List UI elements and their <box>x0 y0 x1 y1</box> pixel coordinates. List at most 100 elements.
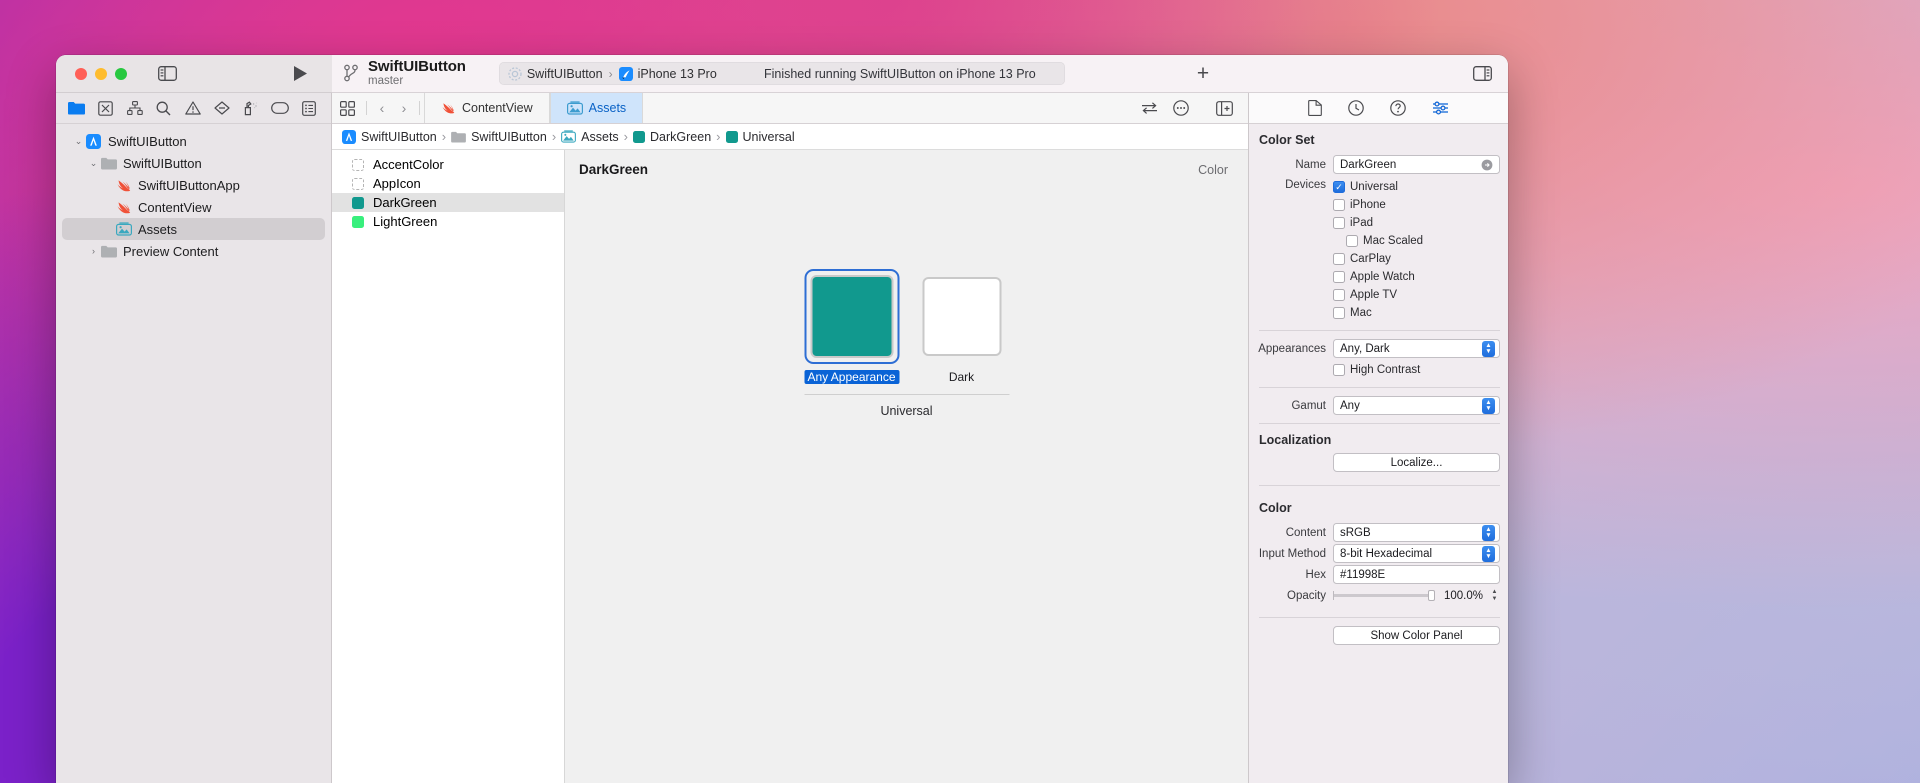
swap-editor-icon[interactable] <box>1134 101 1164 115</box>
checkbox-icon[interactable] <box>1346 235 1358 247</box>
checkbox-ipad[interactable]: iPad <box>1333 214 1500 232</box>
tag-icon[interactable] <box>265 96 294 120</box>
grid-view-icon[interactable] <box>332 93 362 123</box>
status-scheme-label[interactable]: SwiftUIButton <box>527 67 603 81</box>
source-control-icon[interactable] <box>91 96 120 120</box>
checkbox-icon[interactable] <box>1333 271 1345 283</box>
status-message: Finished running SwiftUIButton on iPhone… <box>763 66 1036 81</box>
scheme-block[interactable]: SwiftUIButton master <box>343 58 466 89</box>
swift-file-icon <box>115 199 132 216</box>
checkbox-apple-watch[interactable]: Apple Watch <box>1333 268 1500 286</box>
opacity-slider[interactable] <box>1333 590 1435 601</box>
file-inspector-icon[interactable] <box>1308 100 1322 116</box>
run-icon[interactable] <box>293 65 308 82</box>
swift-file-icon <box>115 177 132 194</box>
breadcrumb-item-darkgreen[interactable]: DarkGreen <box>633 130 711 144</box>
checkbox-universal[interactable]: ✓ Universal <box>1333 178 1500 196</box>
nav-row-swiftuibutton-project[interactable]: ⌄ SwiftUIButton <box>62 130 325 152</box>
report-icon[interactable] <box>294 96 323 120</box>
more-options-icon[interactable] <box>1166 100 1196 116</box>
add-editor-icon[interactable] <box>1209 100 1239 116</box>
asset-row-darkgreen[interactable]: DarkGreen <box>332 193 564 212</box>
search-icon[interactable] <box>149 96 178 120</box>
title-bar: SwiftUIButton master SwiftUIButton › iPh… <box>56 55 1508 93</box>
name-input[interactable]: DarkGreen <box>1333 155 1500 174</box>
localize-button[interactable]: Localize... <box>1333 453 1500 472</box>
nav-row-swiftuibuttonapp[interactable]: SwiftUIButtonApp <box>62 174 325 196</box>
input-method-popup[interactable]: 8-bit Hexadecimal ▲ ▼ <box>1333 544 1500 563</box>
checkbox-icon[interactable] <box>1333 289 1345 301</box>
xcode-window: SwiftUIButton master SwiftUIButton › iPh… <box>56 55 1508 783</box>
hex-input[interactable]: #11998E <box>1333 565 1500 584</box>
swatch-frame-selected[interactable] <box>804 269 899 364</box>
sidebar-toggle-icon[interactable] <box>158 66 177 81</box>
nav-row-assets[interactable]: Assets <box>62 218 325 240</box>
slider-knob[interactable] <box>1428 590 1435 601</box>
checkbox-label: iPad <box>1350 217 1374 229</box>
folder-icon[interactable] <box>62 96 91 120</box>
chevron-updown-icon[interactable]: ▲ ▼ <box>1482 524 1495 541</box>
checkbox-icon[interactable] <box>1333 363 1345 376</box>
section-title-color-set: Color Set <box>1259 133 1315 147</box>
breakpoint-icon[interactable] <box>207 96 236 120</box>
color-preview[interactable] <box>810 275 893 358</box>
checkbox-icon[interactable] <box>1333 253 1345 265</box>
checkbox-icon[interactable] <box>1333 199 1345 211</box>
add-button[interactable]: + <box>1197 62 1209 86</box>
checkbox-apple-tv[interactable]: Apple TV <box>1333 286 1500 304</box>
chevron-updown-icon[interactable]: ▲ ▼ <box>1482 545 1495 562</box>
swatch-frame[interactable] <box>914 269 1009 364</box>
breadcrumb-item-folder[interactable]: SwiftUIButton <box>451 130 547 144</box>
checkbox-high-contrast[interactable]: High Contrast <box>1333 361 1500 379</box>
checkbox-icon[interactable]: ✓ <box>1333 181 1345 193</box>
asset-row-appicon[interactable]: AppIcon <box>332 174 564 193</box>
forward-button[interactable]: › <box>393 93 415 123</box>
checkbox-mac[interactable]: Mac <box>1333 304 1500 322</box>
breadcrumb-item-universal[interactable]: Universal <box>725 130 795 144</box>
appearances-popup[interactable]: Any, Dark ▲ ▼ <box>1333 339 1500 358</box>
checkbox-mac-scaled[interactable]: Mac Scaled <box>1333 232 1500 250</box>
checkbox-icon[interactable] <box>1333 217 1345 229</box>
back-button[interactable]: ‹ <box>371 93 393 123</box>
slider-tick <box>1333 591 1334 600</box>
tab-assets[interactable]: Assets <box>549 93 644 123</box>
swatch-label-any-appearance: Any Appearance <box>804 370 899 384</box>
close-button[interactable] <box>75 67 87 80</box>
asset-row-accentcolor[interactable]: AccentColor <box>332 155 564 174</box>
nav-row-preview-content[interactable]: › Preview Content <box>62 240 325 262</box>
twisty-icon[interactable]: ⌄ <box>72 136 85 147</box>
nav-row-contentview[interactable]: ContentView <box>62 196 325 218</box>
status-destination-label[interactable]: iPhone 13 Pro <box>638 67 717 81</box>
tab-contentview[interactable]: ContentView <box>424 93 550 123</box>
chevron-updown-icon[interactable]: ▲ ▼ <box>1482 340 1495 357</box>
zoom-button[interactable] <box>115 67 127 80</box>
nav-row-swiftuibutton-folder[interactable]: ⌄ SwiftUIButton <box>62 152 325 174</box>
stepper-icon[interactable]: ▲ ▼ <box>1489 588 1500 604</box>
inspector-divider <box>1259 423 1500 424</box>
hierarchy-icon[interactable] <box>120 96 149 120</box>
warning-icon[interactable] <box>178 96 207 120</box>
breadcrumb-item-project[interactable]: SwiftUIButton <box>342 129 437 144</box>
twisty-icon[interactable]: › <box>87 246 100 256</box>
clear-icon[interactable] <box>1481 159 1493 171</box>
checkbox-carplay[interactable]: CarPlay <box>1333 250 1500 268</box>
show-color-panel-button[interactable]: Show Color Panel <box>1333 626 1500 645</box>
checkbox-icon[interactable] <box>1333 307 1345 319</box>
history-inspector-icon[interactable] <box>1348 100 1364 116</box>
asset-row-lightgreen[interactable]: LightGreen <box>332 212 564 231</box>
inspector-toggle-icon[interactable] <box>1473 66 1492 81</box>
simulator-icon <box>618 66 633 81</box>
debug-icon[interactable] <box>236 96 265 120</box>
checkbox-iphone[interactable]: iPhone <box>1333 196 1500 214</box>
twisty-icon[interactable]: ⌄ <box>87 158 100 169</box>
color-preview[interactable] <box>922 277 1001 356</box>
gamut-popup[interactable]: Any ▲ ▼ <box>1333 396 1500 415</box>
chevron-updown-icon[interactable]: ▲ ▼ <box>1482 397 1495 414</box>
minimize-button[interactable] <box>95 67 107 80</box>
content-popup[interactable]: sRGB ▲ ▼ <box>1333 523 1500 542</box>
attributes-inspector-icon[interactable] <box>1432 100 1449 116</box>
swatch-cell-any-appearance[interactable]: Any Appearance <box>804 269 899 384</box>
breadcrumb-item-assets[interactable]: Assets <box>561 130 619 144</box>
help-inspector-icon[interactable] <box>1390 100 1406 116</box>
swatch-cell-dark[interactable]: Dark <box>914 269 1009 384</box>
